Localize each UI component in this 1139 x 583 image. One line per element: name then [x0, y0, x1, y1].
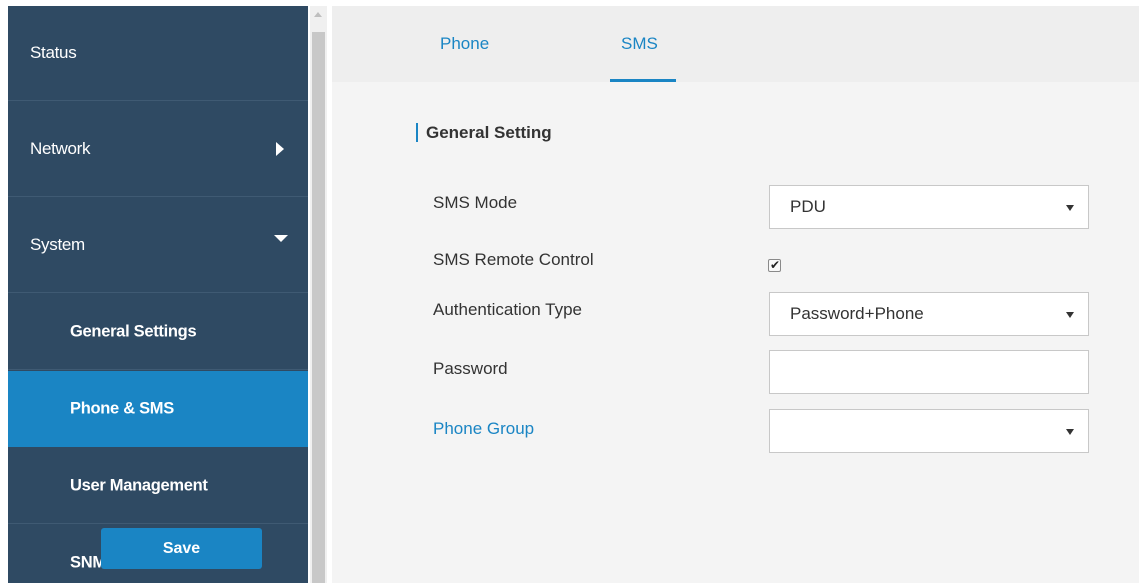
main-content: Phone SMS General Setting SMS Mode PDU S… [332, 6, 1139, 583]
dropdown-arrow-icon [1066, 429, 1074, 435]
phone-group-link[interactable]: Phone Group [433, 419, 534, 439]
sidebar-item-system[interactable]: System [8, 198, 308, 293]
scrollbar-thumb[interactable] [312, 32, 325, 583]
password-label: Password [433, 359, 508, 378]
authentication-type-value: Password+Phone [790, 304, 924, 323]
password-field[interactable] [769, 350, 1089, 394]
sms-mode-select[interactable]: PDU [769, 185, 1089, 229]
sidebar-item-general-settings[interactable]: General Settings [8, 294, 308, 370]
tab-sms[interactable]: SMS [621, 34, 658, 54]
sidebar-item-label: Phone & SMS [70, 399, 174, 417]
sidebar-item-label: General Settings [70, 322, 197, 340]
scroll-up-arrow-icon[interactable] [314, 12, 322, 17]
tab-phone[interactable]: Phone [440, 34, 489, 54]
sidebar-item-label: User Management [70, 476, 208, 494]
dropdown-arrow-icon [1066, 205, 1074, 211]
phone-group-select[interactable] [769, 409, 1089, 453]
sidebar-item-label: Network [30, 139, 91, 158]
sidebar-item-status[interactable]: Status [8, 6, 308, 101]
tab-bar: Phone SMS [332, 6, 1139, 82]
sidebar-scrollbar[interactable] [310, 6, 327, 583]
authentication-type-select[interactable]: Password+Phone [769, 292, 1089, 336]
sidebar-item-network[interactable]: Network [8, 102, 308, 197]
authentication-type-label: Authentication Type [433, 300, 583, 319]
active-tab-indicator [610, 79, 676, 82]
sidebar-item-user-management[interactable]: User Management [8, 448, 308, 524]
checkmark-icon: ✔ [770, 258, 781, 272]
sidebar-item-phone-sms[interactable]: Phone & SMS [8, 371, 308, 447]
chevron-down-icon [274, 235, 288, 242]
sms-mode-value: PDU [790, 197, 826, 216]
chevron-right-icon [276, 142, 284, 156]
sidebar-item-label: Status [30, 43, 77, 62]
sidebar: Status Network System General Settings P… [8, 6, 308, 583]
save-button[interactable]: Save [101, 528, 262, 569]
section-title: General Setting [426, 123, 552, 142]
sms-mode-label: SMS Mode [433, 193, 518, 212]
sms-remote-control-checkbox[interactable]: ✔ [768, 258, 781, 272]
sidebar-item-label: System [30, 235, 85, 254]
dropdown-arrow-icon [1066, 312, 1074, 318]
sms-remote-control-label: SMS Remote Control [433, 250, 594, 269]
